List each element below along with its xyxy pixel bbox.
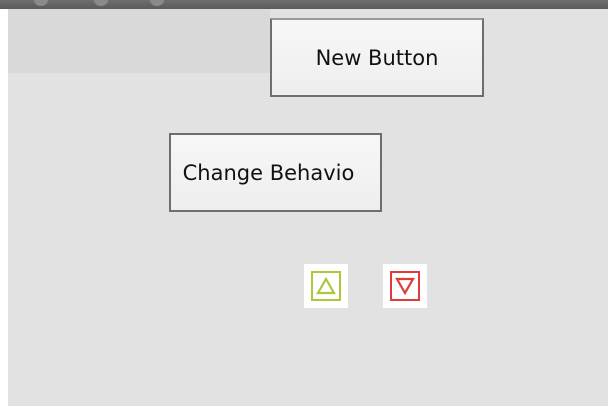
decrease-button[interactable] <box>383 264 427 308</box>
window-close-control[interactable] <box>34 0 48 6</box>
main-panel: New Button Change Behavio <box>8 9 608 406</box>
change-behavior-button[interactable]: Change Behavio <box>169 133 382 212</box>
window-title-bar <box>0 0 608 9</box>
window-minimize-control[interactable] <box>94 0 108 6</box>
window-zoom-control[interactable] <box>150 0 164 6</box>
increase-button[interactable] <box>304 264 348 308</box>
new-button[interactable]: New Button <box>270 18 484 97</box>
toolbar-strip <box>8 9 270 73</box>
triangle-down-icon <box>390 271 420 301</box>
change-behavior-button-label: Change Behavio <box>182 160 355 185</box>
new-button-label: New Button <box>315 45 439 70</box>
window-edge <box>0 9 8 406</box>
triangle-up-icon <box>311 271 341 301</box>
